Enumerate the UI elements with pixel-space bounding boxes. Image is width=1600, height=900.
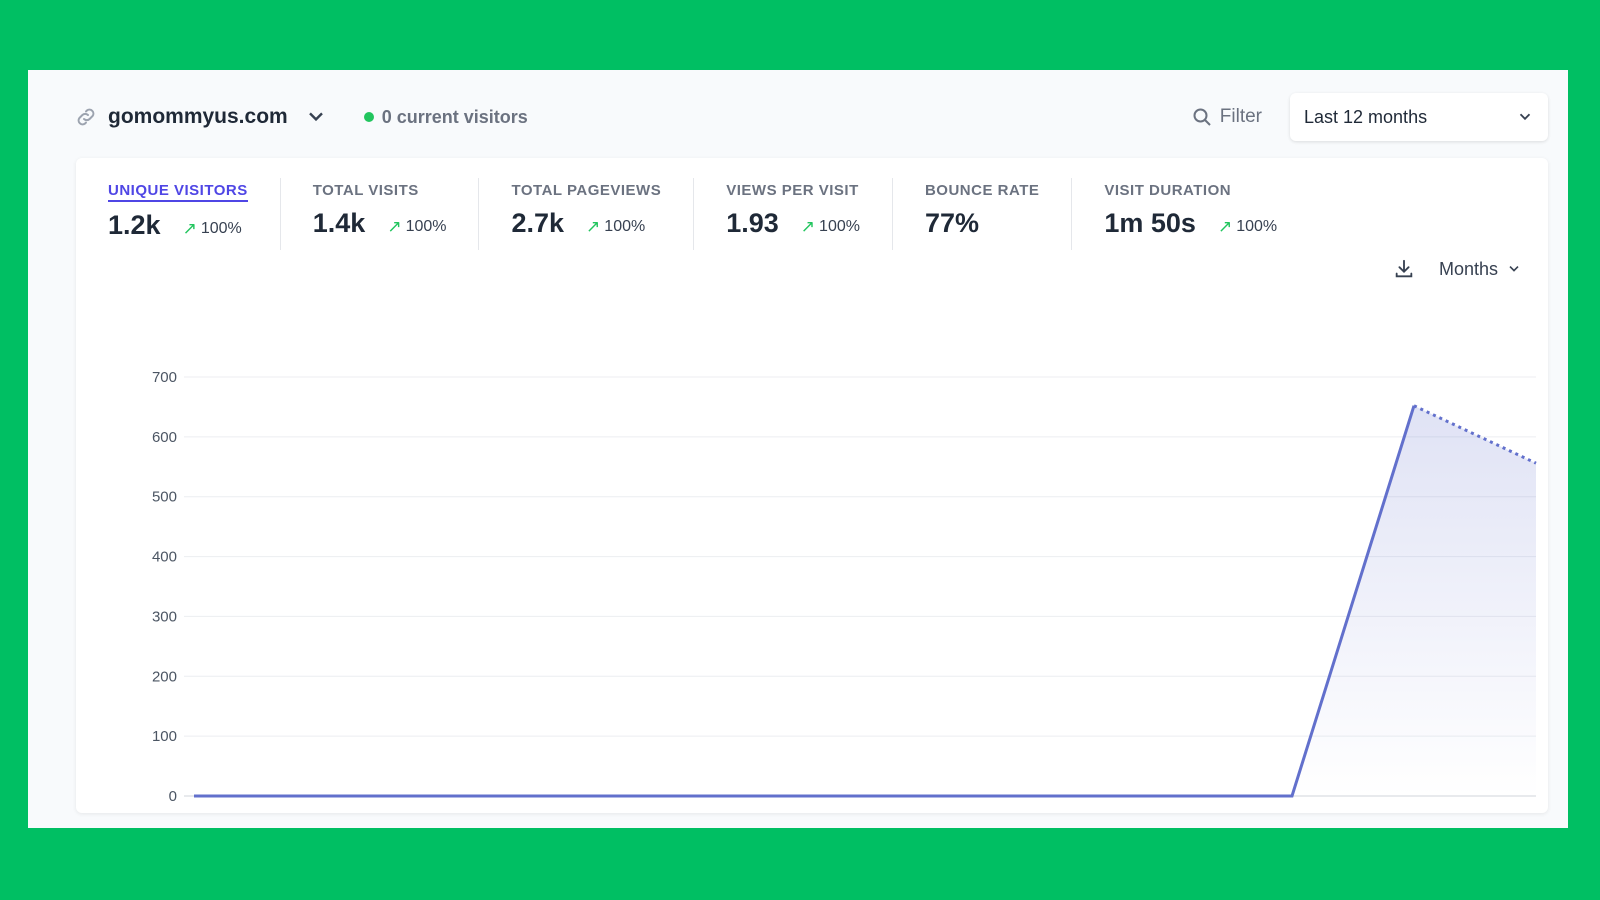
x-tick-label: December 2024	[1359, 812, 1467, 813]
chevron-down-icon	[1519, 113, 1531, 121]
top-bar: gomommyus.com 0 current visitors Filter …	[74, 92, 1548, 142]
filter-label: Filter	[1219, 106, 1262, 127]
chevron-down-icon	[308, 112, 323, 122]
series-line	[194, 405, 1416, 798]
filter-button[interactable]: Filter	[1192, 106, 1262, 128]
live-dot-icon	[363, 112, 374, 122]
area-fill	[194, 405, 1536, 796]
y-tick-label: 300	[152, 608, 177, 625]
stats-card: UNIQUE VISITORS 1.2k ↗ 100% TOTAL VISITS 1.4k…	[76, 158, 1548, 813]
current-visitors[interactable]: 0 current visitors	[363, 106, 528, 128]
visitors-chart: 0100200300400500600700February 2024April…	[152, 369, 1537, 813]
search-icon	[1193, 108, 1211, 126]
link-icon	[77, 108, 95, 126]
y-tick-label: 700	[152, 369, 177, 386]
period-label: Last 12 months	[1304, 106, 1428, 127]
site-name: gomommyus.com	[108, 105, 288, 128]
period-select[interactable]: Last 12 months	[1290, 93, 1548, 141]
y-tick-label: 500	[152, 489, 177, 506]
y-tick-label: 200	[152, 668, 177, 685]
y-tick-label: 100	[152, 728, 177, 745]
y-tick-label: 600	[152, 429, 177, 446]
y-tick-label: 0	[169, 788, 177, 805]
current-visitors-label: 0 current visitors	[381, 106, 528, 127]
site-switcher[interactable]: gomommyus.com	[74, 105, 328, 129]
y-tick-label: 400	[152, 549, 177, 566]
dashboard-panel: gomommyus.com 0 current visitors Filter …	[28, 70, 1568, 828]
